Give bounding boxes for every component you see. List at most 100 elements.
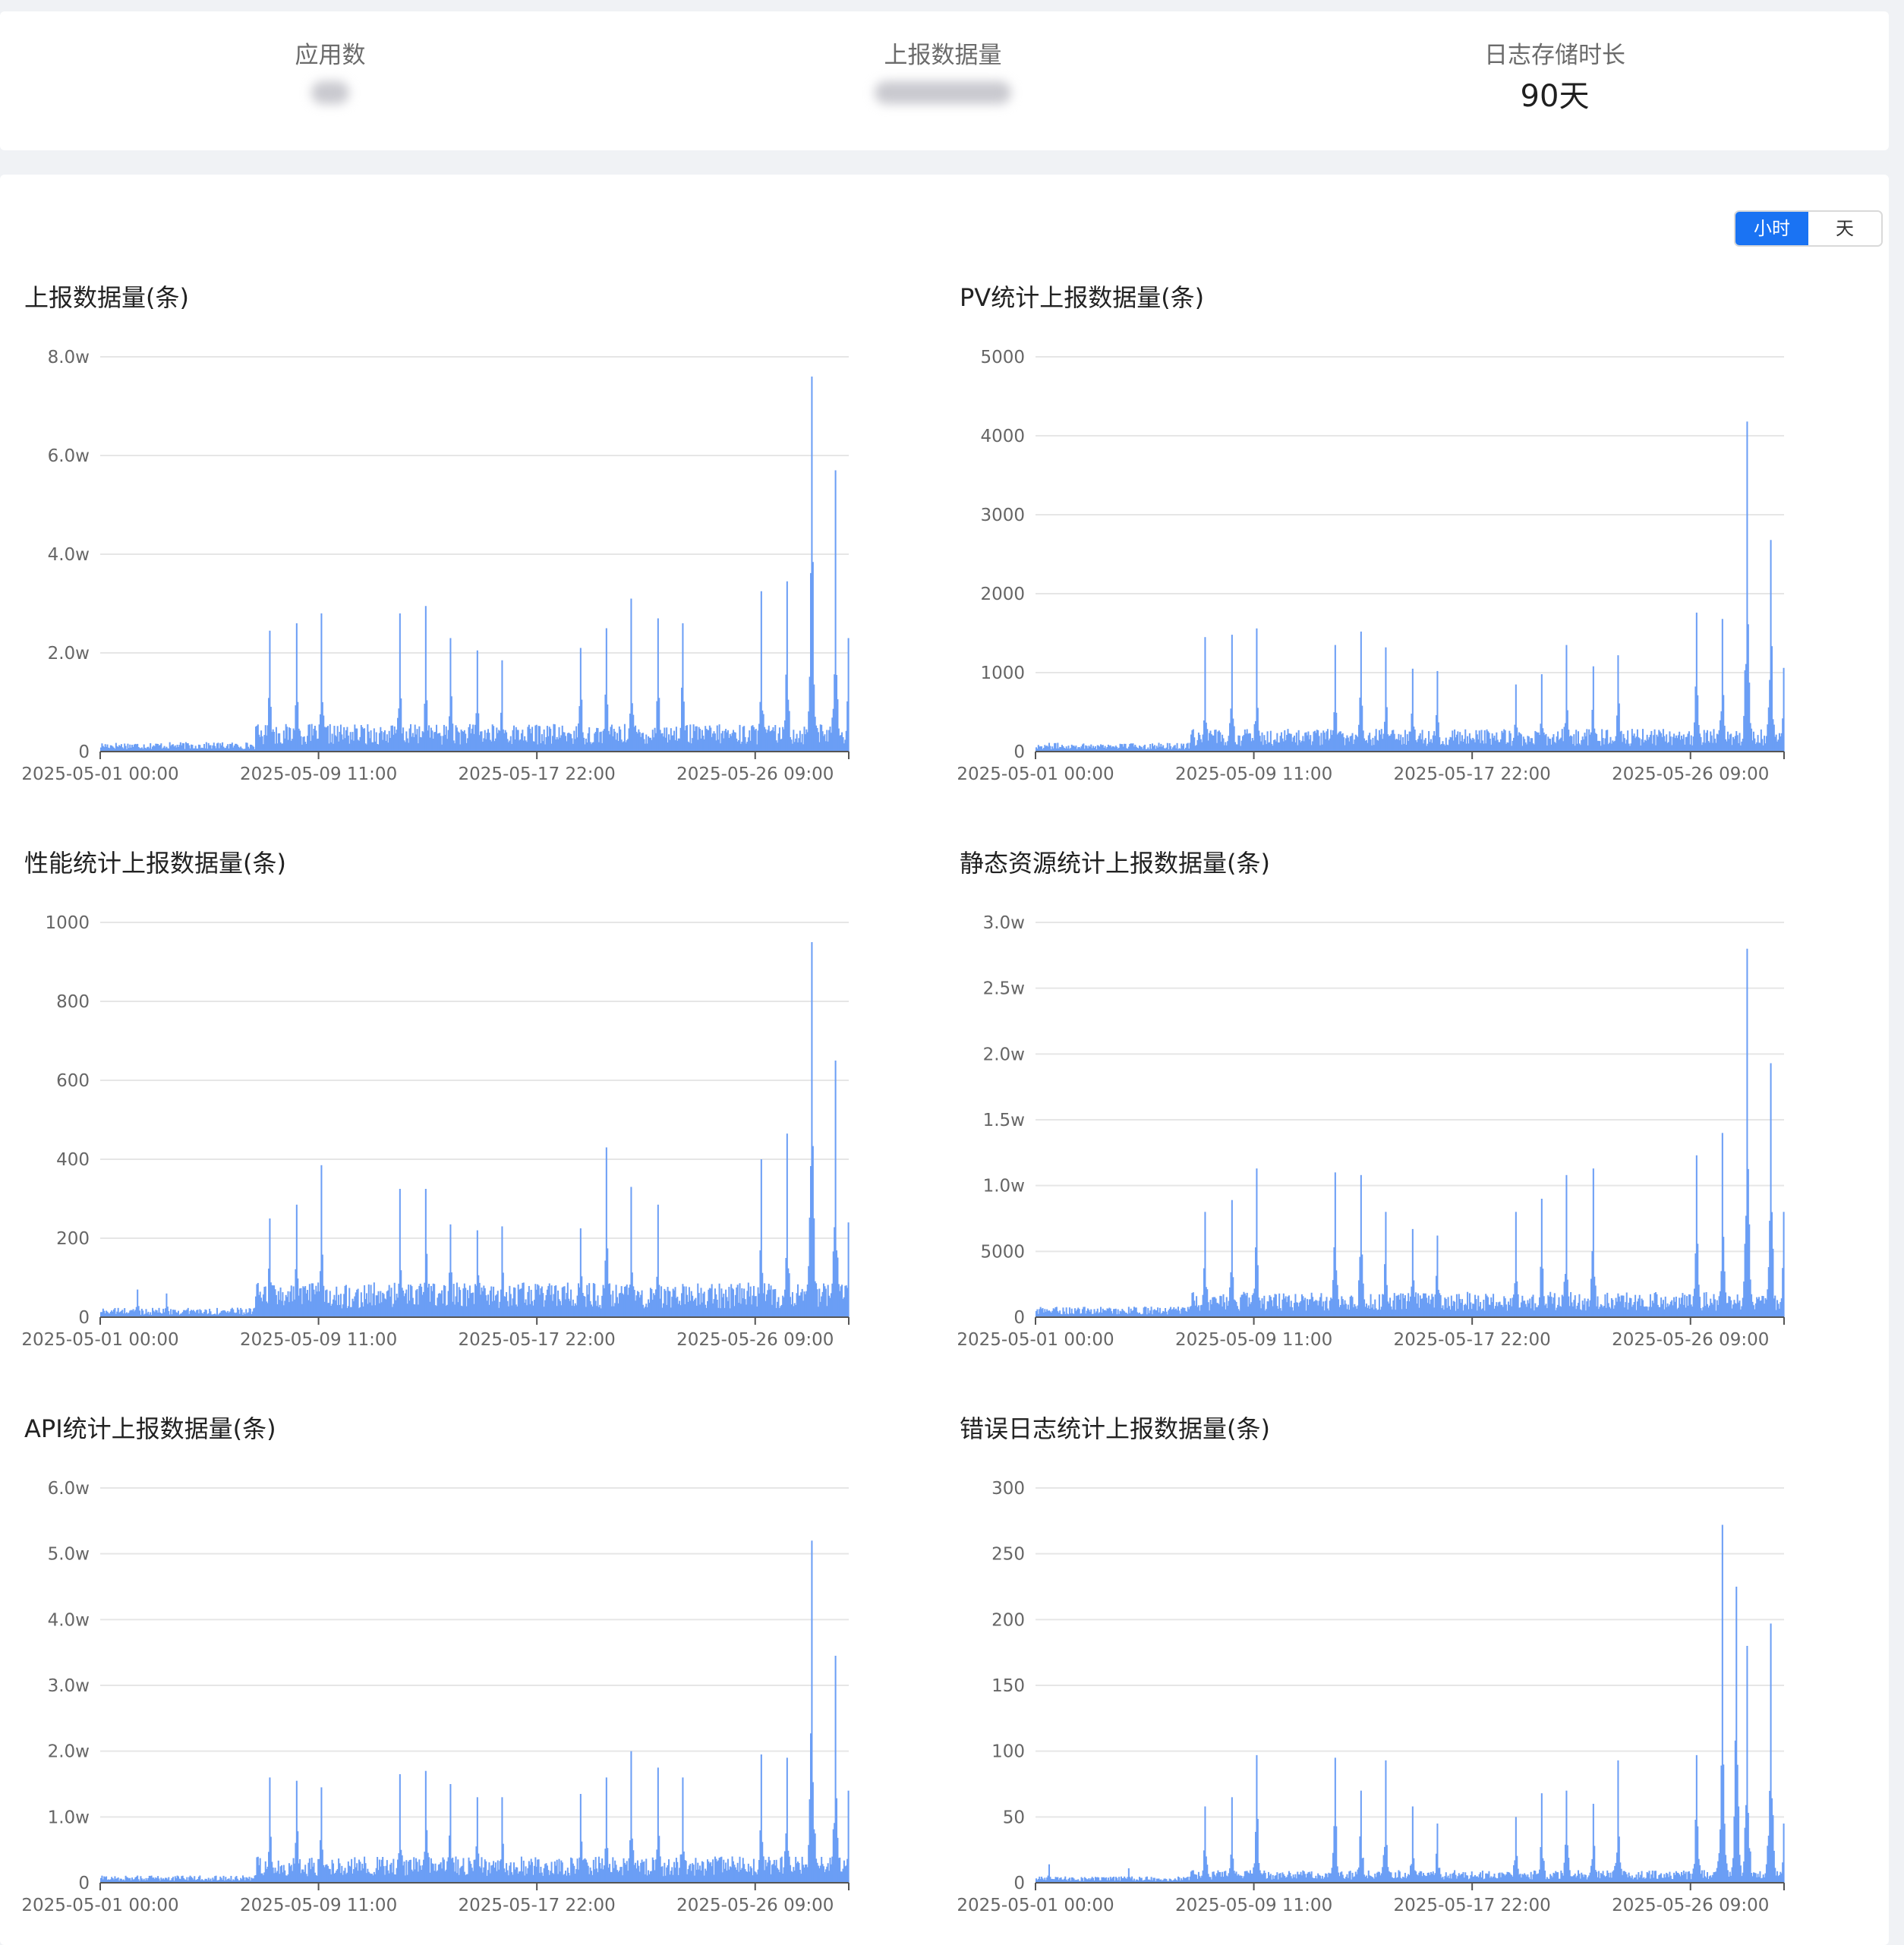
y-tick-label: 0 [78, 1874, 90, 1893]
chart-title: API统计上报数据量(条) [24, 1414, 276, 1443]
y-tick-label: 200 [56, 1229, 90, 1249]
y-tick-label: 4.0w [48, 1610, 90, 1630]
y-tick-label: 0 [78, 1308, 90, 1328]
bar [847, 638, 850, 752]
y-tick-label: 100 [991, 1742, 1025, 1762]
y-tick-label: 5000 [980, 348, 1025, 367]
x-tick-label: 2025-05-26 09:00 [676, 764, 834, 782]
x-tick-label: 2025-05-26 09:00 [676, 1896, 834, 1913]
bar [1783, 1212, 1785, 1317]
y-tick-label: 150 [991, 1676, 1025, 1696]
y-tick-label: 6.0w [48, 446, 90, 466]
y-tick-label: 0 [1013, 742, 1025, 762]
chart-title: 性能统计上报数据量(条) [24, 849, 286, 878]
y-tick-label: 300 [991, 1479, 1025, 1499]
chart-pv: PV统计上报数据量(条) 0 1000 2000 3000 4000 5000 2025-0… [935, 281, 1846, 812]
stat-retention: 日志存储时长 90天 [1365, 40, 1745, 116]
stat-apps: 应用数 [140, 40, 520, 107]
y-tick-label: 2000 [980, 585, 1025, 604]
x-tick-label: 2025-05-26 09:00 [1612, 764, 1769, 782]
chart-perf-plot: 0 200 400 600 800 1000 2025-05-01 00:00 2025-05… [21, 913, 850, 1348]
x-tick-label: 2025-05-17 22:00 [459, 764, 616, 782]
chart-title: 错误日志统计上报数据量(条) [960, 1414, 1270, 1443]
chart-api-plot: 0 1.0w 2.0w 3.0w 4.0w 5.0w 6.0w 2025-05-01 00:0… [21, 1479, 850, 1913]
x-tick-label: 2025-05-17 22:00 [459, 1896, 616, 1913]
bar [1783, 1824, 1785, 1883]
x-tick-label: 2025-05-09 11:00 [1175, 764, 1332, 782]
chart-static: 静态资源统计上报数据量(条) 0 5000 1.0w 1.5w 2.0w 2.5w 3.0w… [935, 846, 1846, 1378]
x-tick-label: 2025-05-26 09:00 [1612, 1330, 1769, 1348]
chart-total-plot: 0 2.0w 4.0w 6.0w 8.0w 2025-05-01 00:00 2025-05… [21, 348, 850, 782]
y-tick-label: 200 [991, 1610, 1025, 1630]
chart-title: 上报数据量(条) [24, 283, 189, 312]
stat-reports-value-redacted [875, 81, 1011, 104]
summary-card: 应用数 上报数据量 日志存储时长 90天 [0, 11, 1889, 150]
y-tick-label: 1.0w [983, 1177, 1025, 1196]
x-tick-label: 2025-05-01 00:00 [21, 764, 178, 782]
stat-retention-label: 日志存储时长 [1484, 42, 1625, 69]
charts-panel: 小时 天 上报数据量(条) 0 2.0w 4.0w 6.0w 8.0w 2025-05-0… [0, 175, 1889, 1945]
x-tick-label: 2025-05-26 09:00 [676, 1330, 834, 1348]
y-tick-label: 2.0w [983, 1045, 1025, 1064]
x-tick-label: 2025-05-09 11:00 [240, 1330, 397, 1348]
granularity-hour-button[interactable]: 小时 [1735, 212, 1808, 245]
chart-title: PV统计上报数据量(条) [960, 283, 1205, 312]
chart-api: API统计上报数据量(条) 0 1.0w 2.0w 3.0w 4.0w 5.0w 6.0w 2… [0, 1412, 911, 1943]
y-tick-label: 1.0w [48, 1808, 90, 1827]
granularity-day-button[interactable]: 天 [1808, 212, 1881, 245]
x-tick-label: 2025-05-17 22:00 [1394, 1330, 1551, 1348]
y-tick-label: 2.5w [983, 979, 1025, 999]
y-tick-label: 2.0w [48, 644, 90, 664]
y-tick-label: 3000 [980, 506, 1025, 525]
y-tick-label: 0 [1013, 1308, 1025, 1328]
stat-apps-label: 应用数 [295, 42, 366, 69]
y-tick-label: 0 [78, 742, 90, 762]
x-tick-label: 2025-05-01 00:00 [21, 1330, 178, 1348]
stat-retention-value: 90天 [1520, 79, 1590, 114]
y-tick-label: 1000 [980, 664, 1025, 683]
y-tick-label: 6.0w [48, 1479, 90, 1499]
y-tick-label: 600 [56, 1071, 90, 1091]
y-tick-label: 1000 [45, 913, 90, 933]
y-tick-label: 2.0w [48, 1742, 90, 1762]
chart-perf: 性能统计上报数据量(条) 0 200 400 600 800 1000 2025-05-01… [0, 846, 911, 1378]
x-tick-label: 2025-05-09 11:00 [240, 1896, 397, 1913]
x-tick-label: 2025-05-09 11:00 [1175, 1896, 1332, 1913]
chart-pv-plot: 0 1000 2000 3000 4000 5000 2025-05-01 00:00 202… [957, 348, 1785, 782]
y-tick-label: 250 [991, 1545, 1025, 1565]
y-tick-label: 800 [56, 992, 90, 1012]
stat-apps-value-redacted [311, 81, 349, 104]
y-tick-label: 0 [1013, 1874, 1025, 1893]
x-tick-label: 2025-05-26 09:00 [1612, 1896, 1769, 1913]
x-tick-label: 2025-05-09 11:00 [240, 764, 397, 782]
x-tick-label: 2025-05-01 00:00 [957, 1330, 1114, 1348]
bar [847, 1222, 850, 1317]
chart-static-plot: 0 5000 1.0w 1.5w 2.0w 2.5w 3.0w 2025-05-01 00:0… [957, 913, 1785, 1348]
y-tick-label: 400 [56, 1150, 90, 1170]
y-tick-label: 1.5w [983, 1111, 1025, 1130]
stat-reports: 上报数据量 [753, 40, 1133, 107]
y-tick-label: 8.0w [48, 348, 90, 367]
x-tick-label: 2025-05-17 22:00 [459, 1330, 616, 1348]
y-tick-label: 5.0w [48, 1545, 90, 1565]
y-tick-label: 3.0w [48, 1676, 90, 1696]
bar [1783, 667, 1785, 752]
x-tick-label: 2025-05-17 22:00 [1394, 764, 1551, 782]
stat-reports-label: 上报数据量 [884, 42, 1002, 69]
chart-error-plot: 0 50 100 150 200 250 300 2025-05-01 00:00 2025-0… [957, 1479, 1785, 1913]
chart-title: 静态资源统计上报数据量(条) [960, 849, 1270, 878]
y-tick-label: 50 [1003, 1808, 1025, 1827]
x-tick-label: 2025-05-17 22:00 [1394, 1896, 1551, 1913]
chart-error: 错误日志统计上报数据量(条) 0 50 100 150 200 250 300 2025-05… [935, 1412, 1846, 1943]
y-tick-label: 5000 [980, 1242, 1025, 1262]
y-tick-label: 4.0w [48, 545, 90, 565]
y-tick-label: 3.0w [983, 913, 1025, 933]
x-tick-label: 2025-05-01 00:00 [21, 1896, 178, 1913]
chart-total: 上报数据量(条) 0 2.0w 4.0w 6.0w 8.0w 2025-05-01 00:… [0, 281, 911, 812]
granularity-toggle: 小时 天 [1734, 210, 1883, 247]
y-tick-label: 4000 [980, 427, 1025, 446]
x-tick-label: 2025-05-09 11:00 [1175, 1330, 1332, 1348]
x-tick-label: 2025-05-01 00:00 [957, 1896, 1114, 1913]
x-tick-label: 2025-05-01 00:00 [957, 764, 1114, 782]
bar [847, 1790, 850, 1883]
